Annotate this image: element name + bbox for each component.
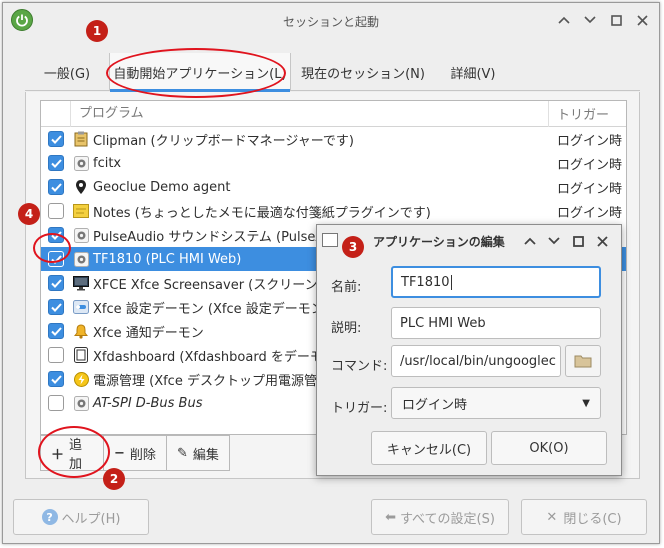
autostart-checkbox[interactable] xyxy=(48,179,64,195)
bell-icon xyxy=(73,323,89,339)
table-row[interactable]: fcitx ログイン時 xyxy=(41,151,626,175)
name-field[interactable]: TF1810 xyxy=(391,266,601,298)
minimize-icon[interactable] xyxy=(543,231,565,251)
trigger-label: トリガー: xyxy=(331,401,388,416)
help-icon: ? xyxy=(41,509,58,525)
annotation-ellipse-autostart-tab xyxy=(106,48,286,98)
trigger-cell: ログイン時 xyxy=(557,157,623,173)
description-field[interactable]: PLC HMI Web xyxy=(391,307,601,339)
tab-current-session[interactable]: 現在のセッション(N) xyxy=(291,53,435,91)
window-title: セッションと起動 xyxy=(282,14,379,29)
gear-icon xyxy=(73,155,89,171)
table-row[interactable]: Geoclue Demo agent ログイン時 xyxy=(41,175,626,199)
location-pin-icon xyxy=(73,179,89,195)
trigger-select[interactable]: ログイン時 ▼ xyxy=(391,387,601,419)
program-label: Clipman (クリップボードマネージャーです) xyxy=(93,133,355,149)
autostart-checkbox[interactable] xyxy=(48,347,64,363)
gear-icon xyxy=(73,251,89,267)
program-label: TF1810 (PLC HMI Web) xyxy=(93,251,242,267)
program-label: Geoclue Demo agent xyxy=(93,179,231,195)
dropdown-arrow-icon: ▼ xyxy=(582,397,590,409)
bottom-button-bar: ? ヘルプ(H) ⬅ すべての設定(S) ✕ 閉じる(C) xyxy=(13,499,647,535)
ok-button[interactable]: OK(O) xyxy=(491,431,607,465)
browse-button[interactable] xyxy=(565,345,601,377)
autostart-checkbox[interactable] xyxy=(48,275,64,291)
dashboard-icon xyxy=(73,347,89,363)
close-button[interactable]: ✕ 閉じる(C) xyxy=(521,499,647,535)
description-label: 説明: xyxy=(331,321,362,336)
pencil-icon: ✎ xyxy=(177,445,188,461)
notes-icon xyxy=(73,203,89,219)
program-label: Xfce 通知デーモン xyxy=(93,325,204,341)
column-trigger[interactable]: トリガー xyxy=(549,104,609,123)
autostart-checkbox[interactable] xyxy=(48,203,64,219)
power-app-icon xyxy=(11,9,33,31)
program-label: Xfce 設定デーモン (Xfce 設定デーモン) xyxy=(93,301,329,317)
annotation-badge-2: 2 xyxy=(103,468,125,490)
column-program[interactable]: プログラム xyxy=(71,101,549,127)
autostart-checkbox[interactable] xyxy=(48,131,64,147)
trigger-cell: ログイン時 xyxy=(557,181,623,197)
settings-toggle-icon xyxy=(73,299,89,315)
annotation-badge-1: 1 xyxy=(86,20,108,42)
chevron-up-icon[interactable] xyxy=(553,10,575,30)
maximize-icon[interactable] xyxy=(567,231,589,251)
close-x-icon: ✕ xyxy=(546,509,558,525)
name-label: 名前: xyxy=(331,280,362,295)
close-icon[interactable] xyxy=(591,231,613,251)
monitor-icon xyxy=(73,275,89,291)
chevron-up-icon[interactable] xyxy=(519,231,541,251)
tab-general[interactable]: 一般(G) xyxy=(25,53,109,91)
table-row[interactable]: Notes (ちょっとしたメモに最適な付箋紙プラグインです) ログイン時 xyxy=(41,199,626,223)
help-button[interactable]: ? ヘルプ(H) xyxy=(13,499,149,535)
command-label: コマンド: xyxy=(331,359,388,374)
power-icon xyxy=(73,371,89,387)
command-field[interactable]: /usr/local/bin/ungooglec xyxy=(391,345,561,377)
program-label: AT-SPI D-Bus Bus xyxy=(93,395,203,411)
program-label: 電源管理 (Xfce デスクトップ用電源管理) xyxy=(93,373,336,389)
remove-button[interactable]: − 削除 xyxy=(103,435,167,471)
annotation-ellipse-add-button xyxy=(38,426,110,478)
edit-application-dialog: アプリケーションの編集 名前: TF1810 説明: PLC HMI Web コ… xyxy=(316,224,622,476)
edit-button[interactable]: ✎ 編集 xyxy=(166,435,230,471)
annotation-ellipse-checkbox xyxy=(33,233,71,263)
clipboard-icon xyxy=(73,131,89,147)
cancel-button[interactable]: キャンセル(C) xyxy=(371,431,487,465)
all-settings-button[interactable]: ⬅ すべての設定(S) xyxy=(371,499,509,535)
close-icon[interactable] xyxy=(631,10,653,30)
minimize-icon[interactable] xyxy=(579,10,601,30)
autostart-checkbox[interactable] xyxy=(48,371,64,387)
list-header: プログラム トリガー xyxy=(41,101,626,127)
autostart-checkbox[interactable] xyxy=(48,395,64,411)
trigger-cell: ログイン時 xyxy=(557,133,623,149)
gear-icon xyxy=(73,395,89,411)
back-arrow-icon: ⬅ xyxy=(385,509,396,525)
folder-icon xyxy=(574,355,592,368)
tab-advanced[interactable]: 詳細(V) xyxy=(435,53,511,91)
program-label: Notes (ちょっとしたメモに最適な付箋紙プラグインです) xyxy=(93,205,431,221)
autostart-checkbox[interactable] xyxy=(48,299,64,315)
annotation-badge-4: 4 xyxy=(18,203,40,225)
autostart-checkbox[interactable] xyxy=(48,323,64,339)
dialog-title: アプリケーションの編集 xyxy=(373,234,505,249)
gear-icon xyxy=(73,227,89,243)
table-row[interactable]: Clipman (クリップボードマネージャーです) ログイン時 xyxy=(41,127,626,151)
autostart-checkbox[interactable] xyxy=(48,155,64,171)
program-label: fcitx xyxy=(93,155,122,171)
maximize-icon[interactable] xyxy=(605,10,627,30)
annotation-badge-3: 3 xyxy=(342,236,364,258)
window-icon xyxy=(322,233,338,247)
trigger-cell: ログイン時 xyxy=(557,205,623,221)
minus-icon: − xyxy=(114,445,125,461)
